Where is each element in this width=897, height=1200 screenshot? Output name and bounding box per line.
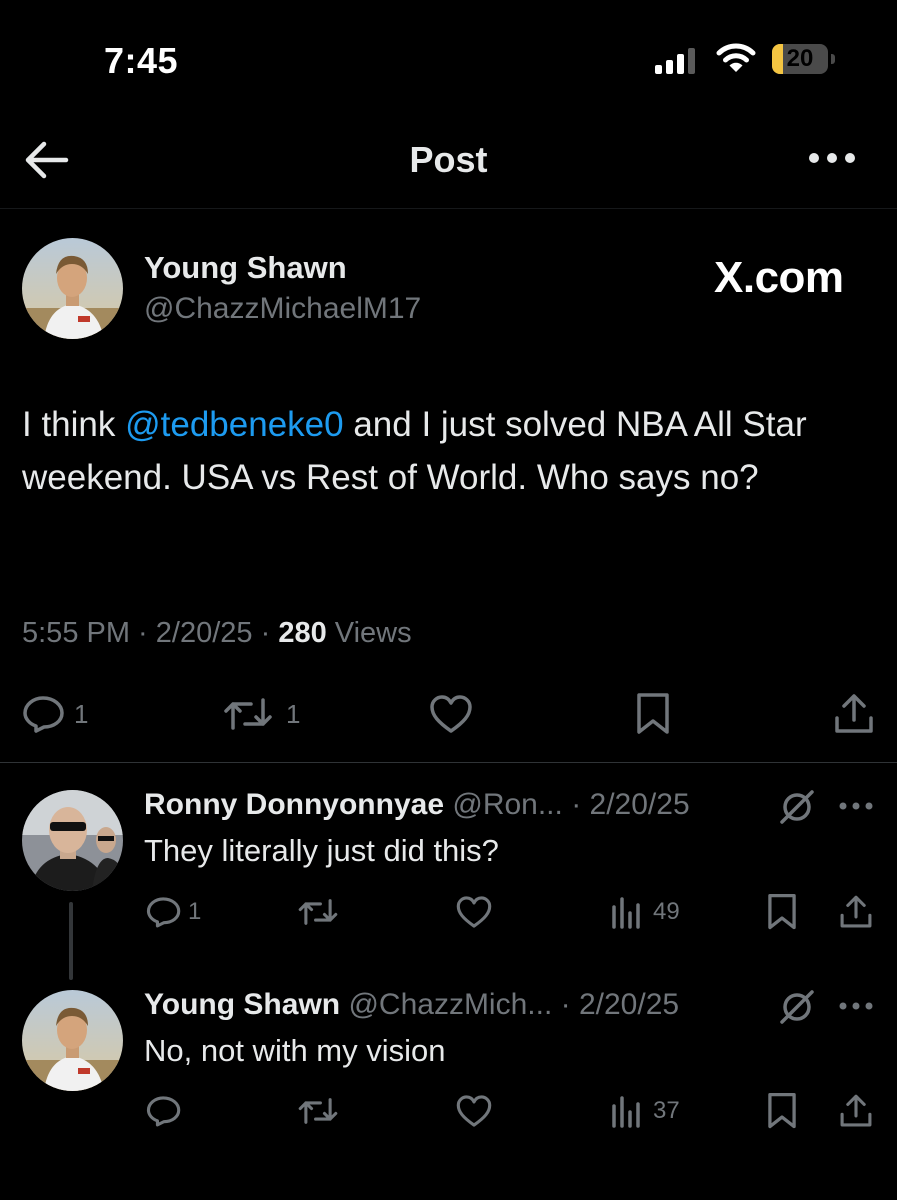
reply-views-button[interactable]: 37: [611, 1094, 680, 1128]
repost-button[interactable]: 1: [222, 694, 300, 734]
like-icon[interactable]: [428, 694, 474, 734]
reply-more-icon[interactable]: [837, 1000, 875, 1012]
reply-reply-count: 1: [188, 898, 202, 925]
battery-percent: 20: [786, 45, 814, 72]
reply-author-handle[interactable]: @Ron...: [452, 788, 563, 821]
page-title: Post: [409, 139, 488, 180]
bookmark-icon[interactable]: [766, 893, 798, 931]
reply-button[interactable]: 1: [22, 694, 88, 734]
views-count: 280: [278, 617, 327, 649]
bookmark-icon[interactable]: [766, 1092, 798, 1130]
repost-icon[interactable]: [297, 895, 339, 929]
reply-icon: [146, 897, 181, 928]
share-icon[interactable]: [838, 1093, 874, 1129]
like-icon[interactable]: [455, 895, 493, 929]
post-metadata: 5:55 PM · 2/20/25 · 280 Views: [22, 617, 412, 649]
mention-link[interactable]: @tedbeneke0: [125, 405, 343, 444]
reply-author-handle[interactable]: @ChazzMich...: [348, 988, 552, 1021]
share-icon[interactable]: [832, 692, 876, 736]
author-avatar[interactable]: [22, 238, 123, 339]
post-body: I think @tedbeneke0 and I just solved NB…: [22, 398, 872, 504]
post-text-start: I think: [22, 405, 126, 444]
repost-icon[interactable]: [297, 1094, 339, 1128]
reply-date: 2/20/25: [578, 988, 680, 1021]
wifi-icon: [716, 43, 756, 72]
author-handle[interactable]: @ChazzMichaelM17: [144, 292, 421, 326]
views-label: Views: [334, 617, 412, 649]
reply-avatar[interactable]: [22, 790, 123, 891]
grok-icon[interactable]: [778, 988, 816, 1026]
analytics-icon: [612, 897, 640, 929]
reply-text: No, not with my vision: [144, 1033, 446, 1068]
reply-date: 2/20/25: [589, 788, 690, 821]
bookmark-icon[interactable]: [635, 692, 671, 736]
reply-more-icon[interactable]: [837, 800, 875, 812]
reply-reply-button[interactable]: 1: [146, 895, 201, 929]
site-watermark: X.com: [714, 253, 844, 302]
grok-icon[interactable]: [778, 788, 816, 826]
reply-text: They literally just did this?: [144, 833, 499, 868]
like-icon[interactable]: [455, 1094, 493, 1128]
thread-connector: [69, 902, 73, 980]
reply-icon: [23, 696, 64, 733]
post-divider: [0, 762, 897, 763]
post-time: 5:55 PM: [22, 617, 130, 649]
analytics-icon: [612, 1096, 640, 1128]
reply-reply-button[interactable]: [146, 1094, 188, 1128]
repost-count: 1: [286, 698, 301, 729]
repost-icon: [224, 698, 272, 730]
reply-header: Young Shawn @ChazzMich... · 2/20/25: [144, 988, 680, 1021]
author-name[interactable]: Young Shawn: [144, 250, 347, 286]
share-icon[interactable]: [838, 894, 874, 930]
reply-views: 49: [653, 898, 680, 925]
status-time: 7:45: [104, 40, 179, 81]
reply-views-button[interactable]: 49: [611, 895, 680, 929]
reply-count: 1: [74, 698, 89, 729]
post-date: 2/20/25: [155, 617, 253, 649]
reply-icon: [146, 1096, 181, 1127]
reply-avatar[interactable]: [22, 990, 123, 1091]
cellular-signal-icon: [655, 48, 695, 74]
reply-views: 37: [653, 1097, 680, 1124]
more-options-icon[interactable]: [806, 150, 858, 166]
reply-author-name[interactable]: Young Shawn: [144, 988, 340, 1021]
header-divider: [0, 208, 897, 209]
reply-author-name[interactable]: Ronny Donnyonnyae: [144, 788, 444, 821]
battery-indicator: 20: [772, 44, 836, 76]
reply-header: Ronny Donnyonnyae @Ron... · 2/20/25: [144, 788, 690, 821]
